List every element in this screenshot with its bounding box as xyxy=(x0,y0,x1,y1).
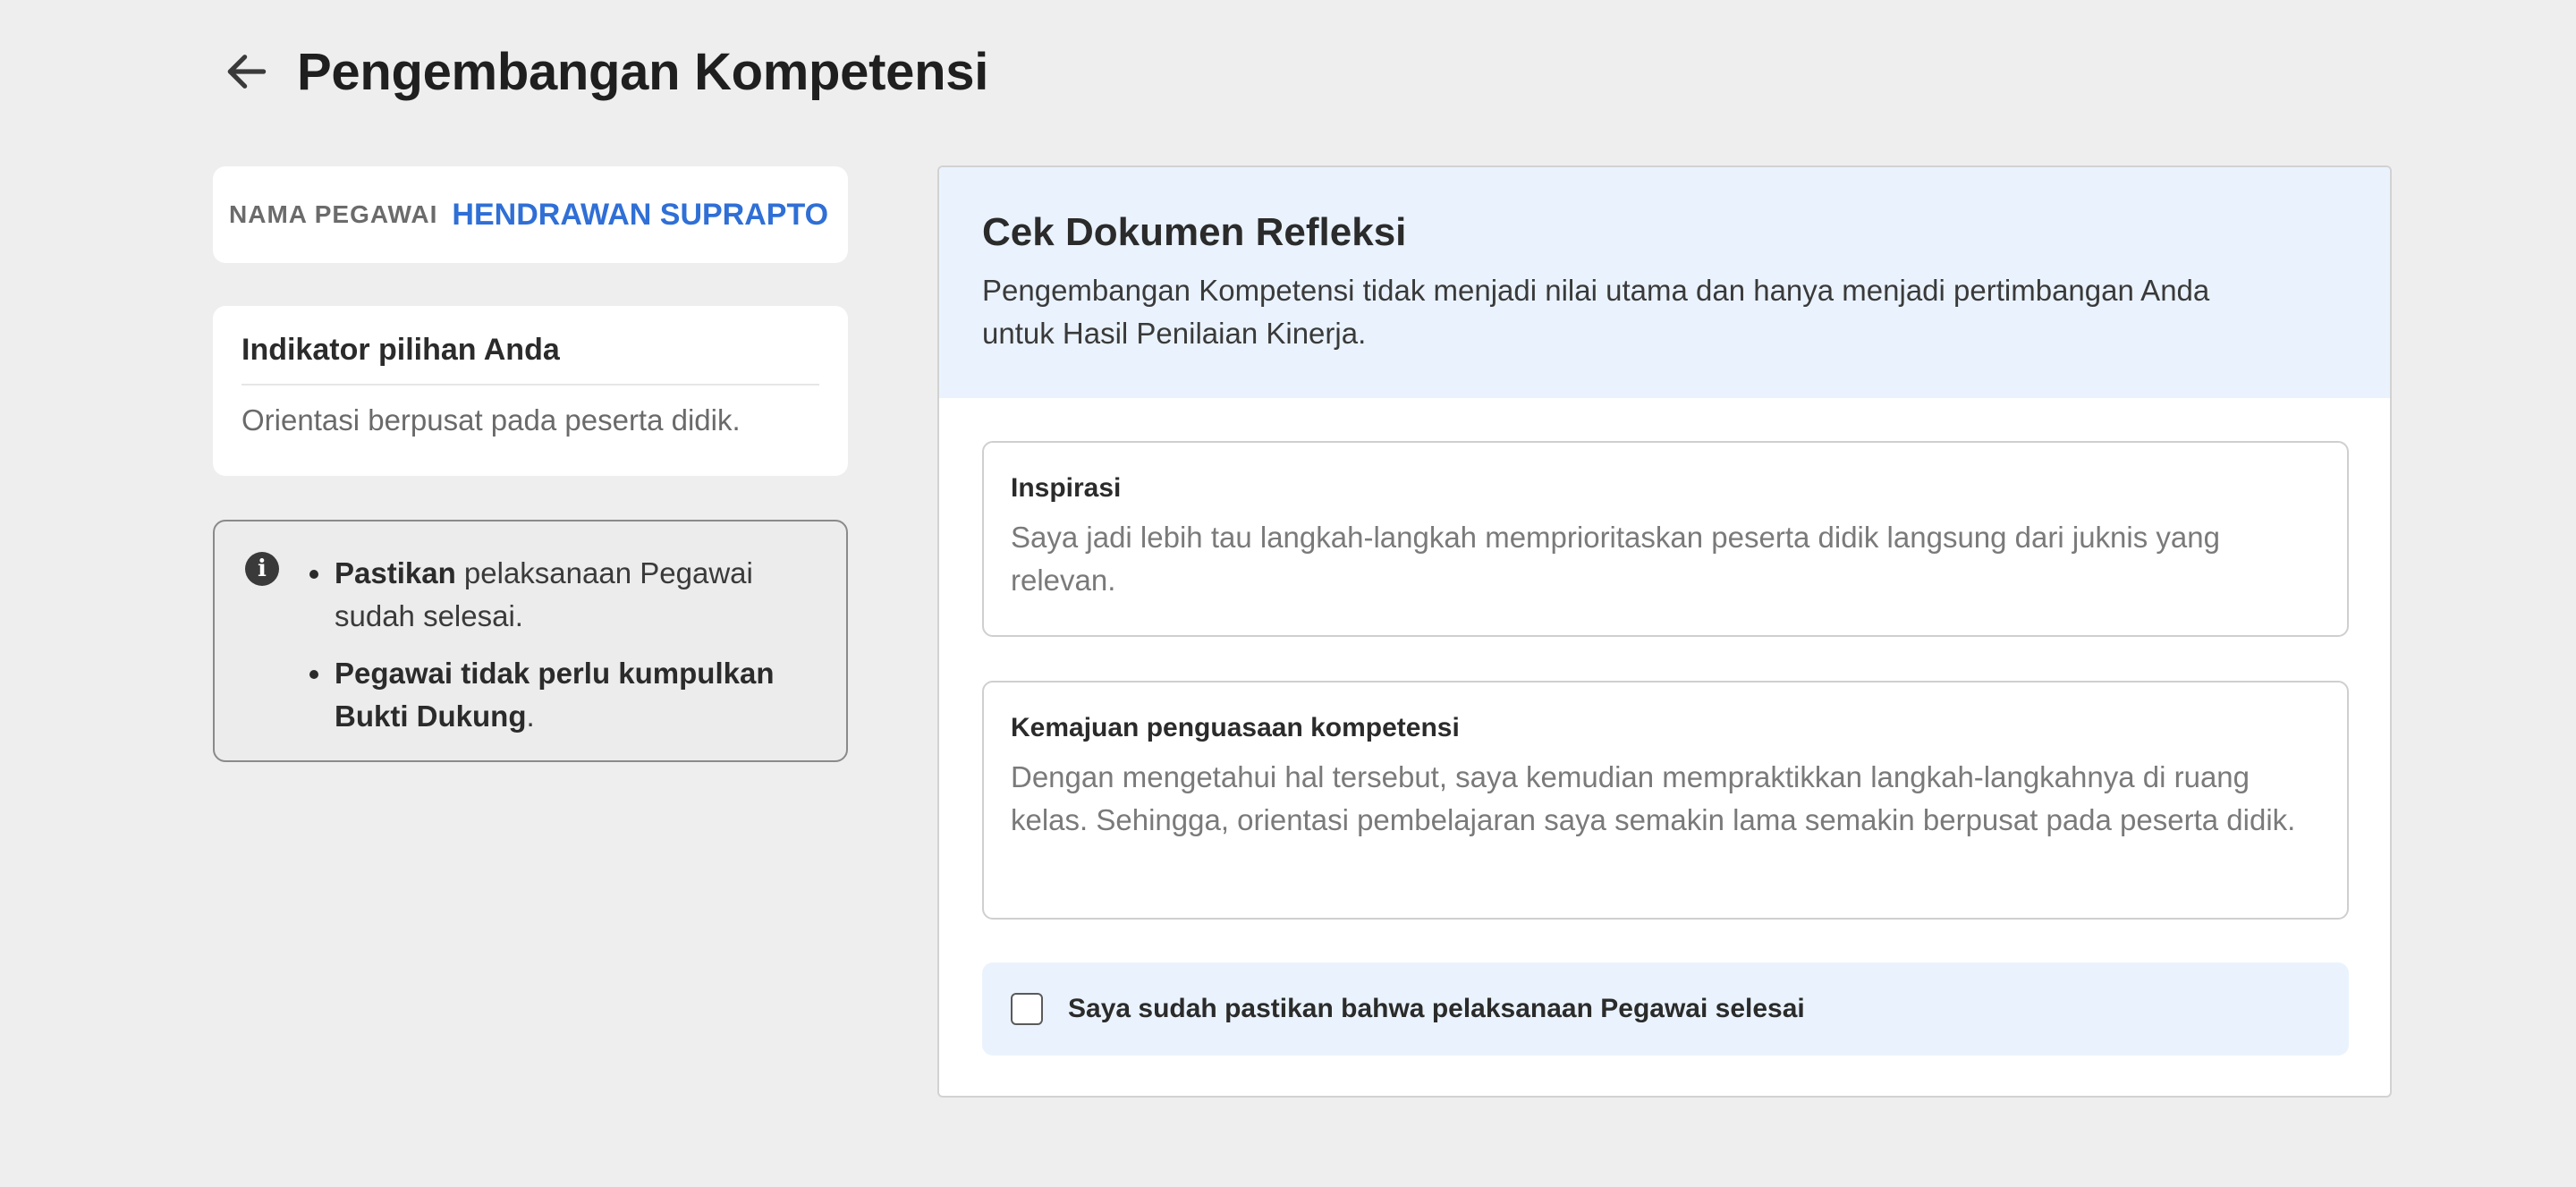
employee-name: HENDRAWAN SUPRAPTO xyxy=(452,197,829,232)
page-title: Pengembangan Kompetensi xyxy=(297,42,989,101)
info-item: Pegawai tidak perlu kumpulkan Bukti Duku… xyxy=(306,652,819,738)
info-box: i Pastikan pelaksanaan Pegawai sudah sel… xyxy=(213,520,848,762)
employee-label: NAMA PEGAWAI xyxy=(229,200,438,228)
employee-card: NAMA PEGAWAI HENDRAWAN SUPRAPTO xyxy=(213,166,848,263)
arrow-left-icon xyxy=(227,55,267,89)
section-text: Saya jadi lebih tau langkah-langkah memp… xyxy=(1011,521,2220,597)
info-item-text: . xyxy=(526,699,535,733)
page: Pengembangan Kompetensi NAMA PEGAWAI HEN… xyxy=(0,0,2576,1187)
section-title: Kemajuan penguasaan kompetensi xyxy=(1011,713,1460,742)
indicator-text: Orientasi berpusat pada peserta didik. xyxy=(242,403,741,437)
indicator-card: Indikator pilihan Anda Orientasi berpusa… xyxy=(213,306,848,476)
info-icon: i xyxy=(245,552,279,586)
confirm-label[interactable]: Saya sudah pastikan bahwa pelaksanaan Pe… xyxy=(1068,994,1805,1024)
page-header: Pengembangan Kompetensi xyxy=(215,36,988,107)
section-inspirasi: Inspirasi Saya jadi lebih tau langkah-la… xyxy=(982,441,2349,637)
section-title: Inspirasi xyxy=(1011,473,1122,503)
info-item: Pastikan pelaksanaan Pegawai sudah seles… xyxy=(306,552,819,638)
confirm-row[interactable]: Saya sudah pastikan bahwa pelaksanaan Pe… xyxy=(982,962,2349,1056)
back-button[interactable] xyxy=(215,39,279,104)
section-text: Dengan mengetahui hal tersebut, saya kem… xyxy=(1011,760,2296,836)
info-item-bold: Pastikan xyxy=(335,556,456,589)
reflection-panel: Cek Dokumen Refleksi Pengembangan Kompet… xyxy=(937,165,2392,1098)
section-kemajuan: Kemajuan penguasaan kompetensi Dengan me… xyxy=(982,681,2349,920)
info-list: Pastikan pelaksanaan Pegawai sudah seles… xyxy=(306,552,819,760)
confirm-checkbox[interactable] xyxy=(1011,993,1043,1025)
info-item-bold: Pegawai tidak perlu kumpulkan Bukti Duku… xyxy=(335,657,775,733)
indicator-title: Indikator pilihan Anda xyxy=(242,333,819,386)
panel-description: Pengembangan Kompetensi tidak menjadi ni… xyxy=(982,274,2210,350)
panel-header: Cek Dokumen Refleksi Pengembangan Kompet… xyxy=(939,167,2390,398)
panel-title: Cek Dokumen Refleksi xyxy=(982,210,1407,254)
